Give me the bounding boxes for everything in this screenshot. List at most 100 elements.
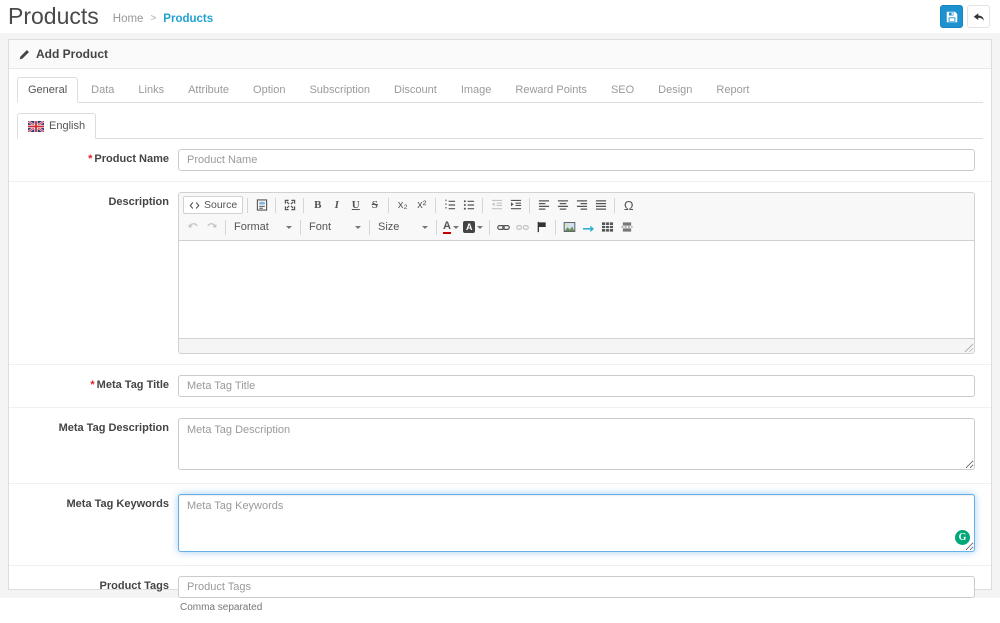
decrease-indent-button[interactable] — [487, 196, 506, 214]
template-button[interactable] — [252, 196, 271, 214]
align-center-icon — [557, 199, 569, 211]
bullet-list-icon — [463, 199, 475, 211]
unlink-icon — [516, 221, 529, 234]
maximize-button[interactable] — [280, 196, 299, 214]
superscript-button[interactable]: x² — [412, 196, 431, 214]
save-button[interactable] — [940, 5, 963, 28]
tab-language-english[interactable]: English — [17, 113, 96, 139]
align-right-button[interactable] — [572, 196, 591, 214]
chevron-down-icon — [453, 226, 459, 229]
tab-data[interactable]: Data — [80, 77, 125, 103]
page-title: Products — [8, 3, 99, 30]
meta-tag-keywords-textarea[interactable] — [178, 494, 975, 552]
required-asterisk: * — [88, 153, 92, 165]
tab-links[interactable]: Links — [127, 77, 175, 103]
meta-tag-description-row: Meta Tag Description — [9, 408, 991, 484]
grammarly-icon[interactable]: G — [955, 530, 970, 545]
resize-grip-icon[interactable] — [963, 342, 973, 352]
tab-subscription[interactable]: Subscription — [298, 77, 381, 103]
tab-attribute[interactable]: Attribute — [177, 77, 240, 103]
product-name-label: *Product Name — [17, 149, 169, 165]
panel-body: General Data Links Attribute Option Subs… — [9, 69, 991, 623]
toolbar-separator — [369, 220, 370, 235]
breadcrumb-home-link[interactable]: Home — [113, 13, 144, 25]
size-dropdown[interactable]: Size — [374, 218, 432, 236]
uk-flag-icon — [28, 121, 44, 132]
editor-toolbar: Source — [179, 193, 974, 241]
toolbar-separator — [435, 198, 436, 213]
tab-design[interactable]: Design — [647, 77, 703, 103]
tab-discount[interactable]: Discount — [383, 77, 448, 103]
pencil-icon — [19, 49, 30, 60]
anchor-button[interactable] — [532, 218, 551, 236]
bold-button[interactable]: B — [308, 196, 327, 214]
source-button[interactable]: Source — [183, 196, 243, 214]
tab-image[interactable]: Image — [450, 77, 503, 103]
tab-reward-points[interactable]: Reward Points — [504, 77, 598, 103]
tab-general[interactable]: General — [17, 77, 78, 103]
subscript-button[interactable]: x₂ — [393, 196, 412, 214]
add-product-panel: Add Product General Data Links Attribute… — [8, 39, 992, 590]
product-name-input[interactable] — [178, 149, 975, 171]
template-icon — [256, 199, 268, 211]
product-tags-help: Comma separated — [178, 602, 975, 613]
product-tabs-wrap: General Data Links Attribute Option Subs… — [9, 77, 991, 139]
horizontal-rule-icon — [582, 221, 595, 233]
meta-tag-keywords-label: Meta Tag Keywords — [17, 494, 169, 510]
toolbar-separator — [300, 220, 301, 235]
tab-report[interactable]: Report — [705, 77, 760, 103]
chevron-down-icon — [477, 226, 483, 229]
toolbar-separator — [555, 220, 556, 235]
unlink-button[interactable] — [513, 218, 532, 236]
undo-button[interactable] — [183, 218, 202, 236]
special-character-button[interactable]: Ω — [619, 196, 638, 214]
table-button[interactable] — [598, 218, 617, 236]
back-button[interactable] — [967, 5, 990, 28]
chevron-down-icon — [286, 226, 292, 229]
numbered-list-button[interactable] — [440, 196, 459, 214]
align-left-icon — [538, 199, 550, 211]
align-center-button[interactable] — [553, 196, 572, 214]
align-left-button[interactable] — [534, 196, 553, 214]
bullet-list-button[interactable] — [459, 196, 478, 214]
tab-option[interactable]: Option — [242, 77, 296, 103]
product-tags-row: Product Tags Comma separated — [9, 566, 991, 623]
image-button[interactable] — [560, 218, 579, 236]
toolbar-separator — [303, 198, 304, 213]
background-color-icon: A — [463, 221, 476, 233]
description-label: Description — [17, 192, 169, 208]
justify-icon — [595, 199, 607, 211]
product-tags-input[interactable] — [178, 576, 975, 598]
description-editor-content[interactable] — [179, 241, 974, 338]
breadcrumb-products-link[interactable]: Products — [163, 13, 213, 25]
toolbar-separator — [529, 198, 530, 213]
font-dropdown[interactable]: Font — [305, 218, 365, 236]
required-asterisk: * — [90, 379, 94, 391]
text-color-button[interactable]: A — [441, 218, 461, 236]
panel-title: Add Product — [36, 47, 108, 61]
panel-heading: Add Product — [9, 40, 991, 69]
language-tabs: English — [17, 113, 983, 139]
toolbar-separator — [489, 220, 490, 235]
format-dropdown[interactable]: Format — [230, 218, 296, 236]
meta-tag-title-input[interactable] — [178, 375, 975, 397]
toolbar-separator — [388, 198, 389, 213]
description-richtext-editor: Source — [178, 192, 975, 354]
strikethrough-button[interactable]: S — [365, 196, 384, 214]
link-button[interactable] — [494, 218, 513, 236]
horizontal-rule-button[interactable] — [579, 218, 598, 236]
table-icon — [601, 221, 614, 233]
meta-tag-title-row: *Meta Tag Title — [9, 365, 991, 408]
background-color-button[interactable]: A — [461, 218, 486, 236]
underline-button[interactable]: U — [346, 196, 365, 214]
redo-button[interactable] — [202, 218, 221, 236]
meta-tag-description-textarea[interactable] — [178, 418, 975, 470]
header-actions — [940, 5, 990, 28]
tab-seo[interactable]: SEO — [600, 77, 645, 103]
italic-button[interactable]: I — [327, 196, 346, 214]
link-icon — [497, 221, 510, 234]
toolbar-separator — [614, 198, 615, 213]
increase-indent-button[interactable] — [506, 196, 525, 214]
justify-button[interactable] — [591, 196, 610, 214]
page-break-button[interactable] — [617, 218, 636, 236]
